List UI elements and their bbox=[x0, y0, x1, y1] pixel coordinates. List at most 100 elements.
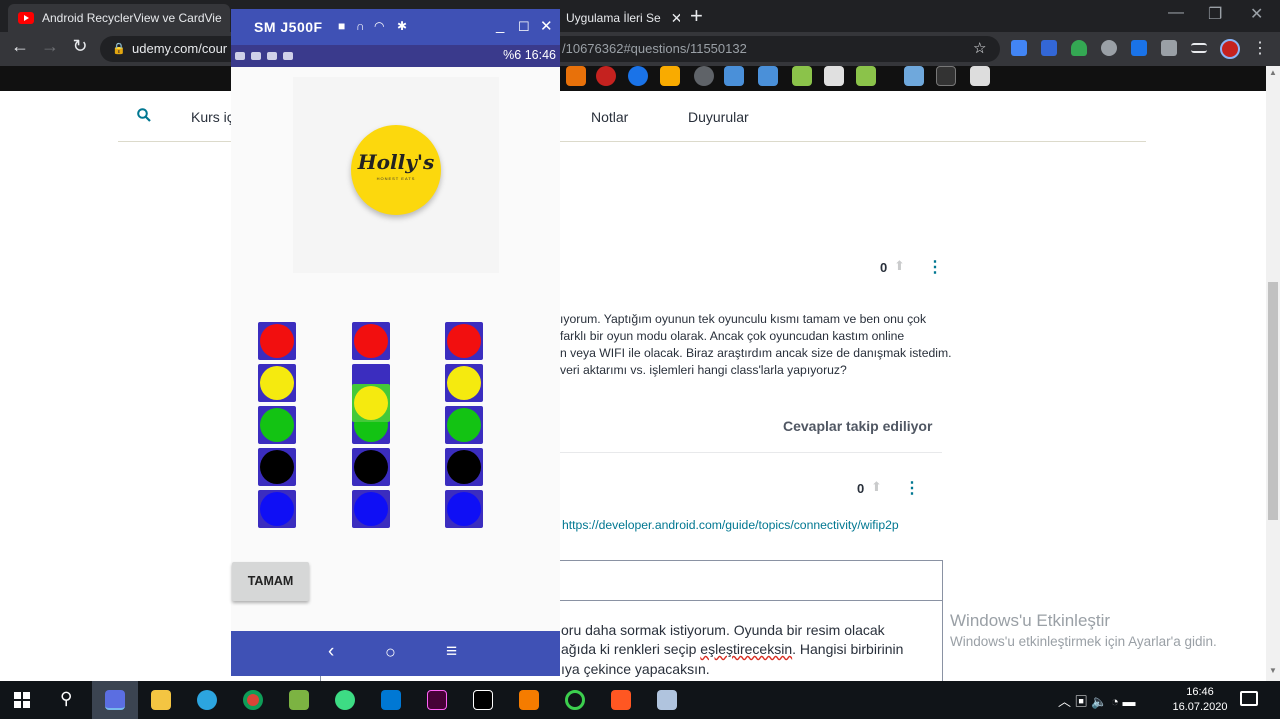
camera-icon[interactable]: ■ bbox=[338, 19, 345, 33]
chrome-icon[interactable] bbox=[243, 690, 263, 710]
phone-mirror-app-icon[interactable] bbox=[105, 690, 125, 710]
scroll-up-icon[interactable]: ▲ bbox=[1269, 68, 1277, 77]
notepad-icon[interactable] bbox=[289, 690, 309, 710]
clock[interactable]: 16:46 16.07.2020 bbox=[1170, 685, 1230, 715]
green-ball[interactable] bbox=[260, 408, 294, 442]
minimize-icon[interactable]: _ bbox=[496, 17, 504, 34]
extension-icon[interactable] bbox=[1131, 40, 1147, 56]
translate-extension-icon[interactable] bbox=[1011, 40, 1027, 56]
logo-card: Holly's HONEST EATS bbox=[293, 77, 499, 273]
url-path: /10676362#questions/11550132 bbox=[562, 41, 747, 56]
adobe-xd-icon[interactable] bbox=[427, 690, 447, 710]
app-icon[interactable] bbox=[657, 690, 677, 710]
browser-tab[interactable]: Uygulama İleri Se ✕ bbox=[556, 4, 680, 32]
bookmark-star-icon[interactable]: ☆ bbox=[973, 36, 986, 62]
color-slot[interactable] bbox=[352, 490, 390, 528]
yellow-ball[interactable] bbox=[447, 366, 481, 400]
reading-list-icon[interactable] bbox=[1191, 43, 1207, 53]
menu-icon[interactable]: ⋮ bbox=[1252, 38, 1268, 58]
vscode-icon[interactable] bbox=[381, 690, 401, 710]
close-window-icon[interactable]: ✕ bbox=[1250, 4, 1263, 24]
file-explorer-icon[interactable] bbox=[151, 690, 171, 710]
page-scrollbar[interactable]: ▲ ▼ bbox=[1266, 66, 1280, 681]
tab-title: Uygulama İleri Se bbox=[566, 11, 661, 25]
app-icon[interactable] bbox=[519, 690, 539, 710]
browser-tab[interactable]: Android RecyclerView ve CardVie ✕ bbox=[8, 4, 230, 32]
color-slot[interactable] bbox=[445, 406, 483, 444]
puzzle-icon[interactable] bbox=[1161, 40, 1177, 56]
red-ball[interactable] bbox=[354, 324, 388, 358]
minimize-icon[interactable]: — bbox=[1168, 4, 1184, 22]
search-icon[interactable]: ⚲ bbox=[60, 689, 72, 709]
back-icon[interactable]: ← bbox=[8, 36, 32, 57]
extension-icon[interactable] bbox=[1041, 40, 1057, 56]
tab-announcements[interactable]: Duyurular bbox=[688, 109, 749, 125]
restore-icon[interactable]: ❐ bbox=[1208, 4, 1222, 24]
upvote-icon[interactable]: ⬆ bbox=[871, 479, 882, 495]
color-slot[interactable] bbox=[445, 448, 483, 486]
telegram-icon[interactable] bbox=[197, 690, 217, 710]
color-slot[interactable] bbox=[445, 490, 483, 528]
black-ball[interactable] bbox=[354, 450, 388, 484]
trash-icon bbox=[970, 66, 990, 86]
color-slot[interactable] bbox=[445, 322, 483, 360]
status-battery-time: %6 16:46 bbox=[503, 48, 556, 62]
scroll-down-icon[interactable]: ▼ bbox=[1269, 666, 1277, 675]
dragged-ball[interactable] bbox=[352, 384, 390, 422]
reload-icon[interactable]: ↻ bbox=[68, 36, 92, 57]
intellij-icon[interactable] bbox=[473, 690, 493, 710]
system-tray[interactable]: ︿ ▣ 🔈 ◔ ▬ bbox=[1058, 691, 1136, 710]
more-options-icon[interactable]: ⋮ bbox=[904, 478, 920, 498]
maximize-icon[interactable]: ☐ bbox=[518, 19, 530, 35]
color-slot[interactable] bbox=[258, 490, 296, 528]
blue-ball[interactable] bbox=[354, 492, 388, 526]
ok-button[interactable]: TAMAM bbox=[232, 562, 309, 601]
color-slot[interactable] bbox=[352, 322, 390, 360]
color-slot[interactable] bbox=[258, 364, 296, 402]
color-slot[interactable] bbox=[258, 406, 296, 444]
new-tab-button[interactable]: + bbox=[690, 4, 703, 28]
yellow-ball[interactable] bbox=[354, 386, 388, 420]
yellow-ball[interactable] bbox=[260, 366, 294, 400]
app-icon[interactable] bbox=[611, 690, 631, 710]
home-icon[interactable]: ○ bbox=[385, 642, 396, 663]
follow-answers-button[interactable]: Cevaplar takip ediliyor bbox=[783, 418, 932, 434]
clock-date: 16.07.2020 bbox=[1172, 701, 1228, 713]
windows-start-icon[interactable] bbox=[14, 692, 30, 708]
tab-course-content[interactable]: Kurs iç bbox=[191, 109, 234, 125]
color-slot[interactable] bbox=[445, 364, 483, 402]
search-icon[interactable] bbox=[137, 108, 151, 122]
red-ball[interactable] bbox=[260, 324, 294, 358]
scrollbar-thumb[interactable] bbox=[1268, 282, 1278, 520]
headset-icon[interactable]: ∩ bbox=[356, 19, 365, 33]
close-icon[interactable]: ✕ bbox=[540, 17, 553, 35]
black-ball[interactable] bbox=[447, 450, 481, 484]
blue-ball[interactable] bbox=[447, 492, 481, 526]
extension-icon[interactable] bbox=[1101, 40, 1117, 56]
forward-icon[interactable]: → bbox=[38, 36, 62, 57]
shield-extension-icon[interactable] bbox=[1071, 40, 1087, 56]
android-studio-icon[interactable] bbox=[335, 690, 355, 710]
notification-center-icon[interactable] bbox=[1240, 691, 1258, 706]
color-slot[interactable] bbox=[258, 448, 296, 486]
avatar[interactable] bbox=[1220, 39, 1240, 59]
recent-apps-icon[interactable]: ≡ bbox=[446, 641, 457, 663]
youtube-icon bbox=[18, 12, 34, 24]
back-icon[interactable]: ‹ bbox=[328, 641, 334, 663]
color-slot[interactable] bbox=[352, 448, 390, 486]
blue-ball[interactable] bbox=[260, 492, 294, 526]
gear-icon[interactable]: ✱ bbox=[397, 19, 407, 33]
close-tab-icon[interactable]: ✕ bbox=[671, 10, 680, 27]
tab-notes[interactable]: Notlar bbox=[591, 109, 628, 125]
reply-text: . Hangisi birbirinin bbox=[792, 641, 904, 657]
red-ball[interactable] bbox=[447, 324, 481, 358]
windows-activation-watermark: Windows'u Etkinleştir Windows'u etkinleş… bbox=[950, 611, 1217, 649]
color-slot[interactable] bbox=[258, 322, 296, 360]
app-icon[interactable] bbox=[565, 690, 585, 710]
answer-link[interactable]: https://developer.android.com/guide/topi… bbox=[562, 518, 899, 532]
black-ball[interactable] bbox=[260, 450, 294, 484]
wifi-icon[interactable]: ◠ bbox=[374, 19, 384, 33]
upvote-icon[interactable]: ⬆ bbox=[894, 258, 905, 274]
more-options-icon[interactable]: ⋮ bbox=[927, 257, 943, 277]
green-ball[interactable] bbox=[447, 408, 481, 442]
